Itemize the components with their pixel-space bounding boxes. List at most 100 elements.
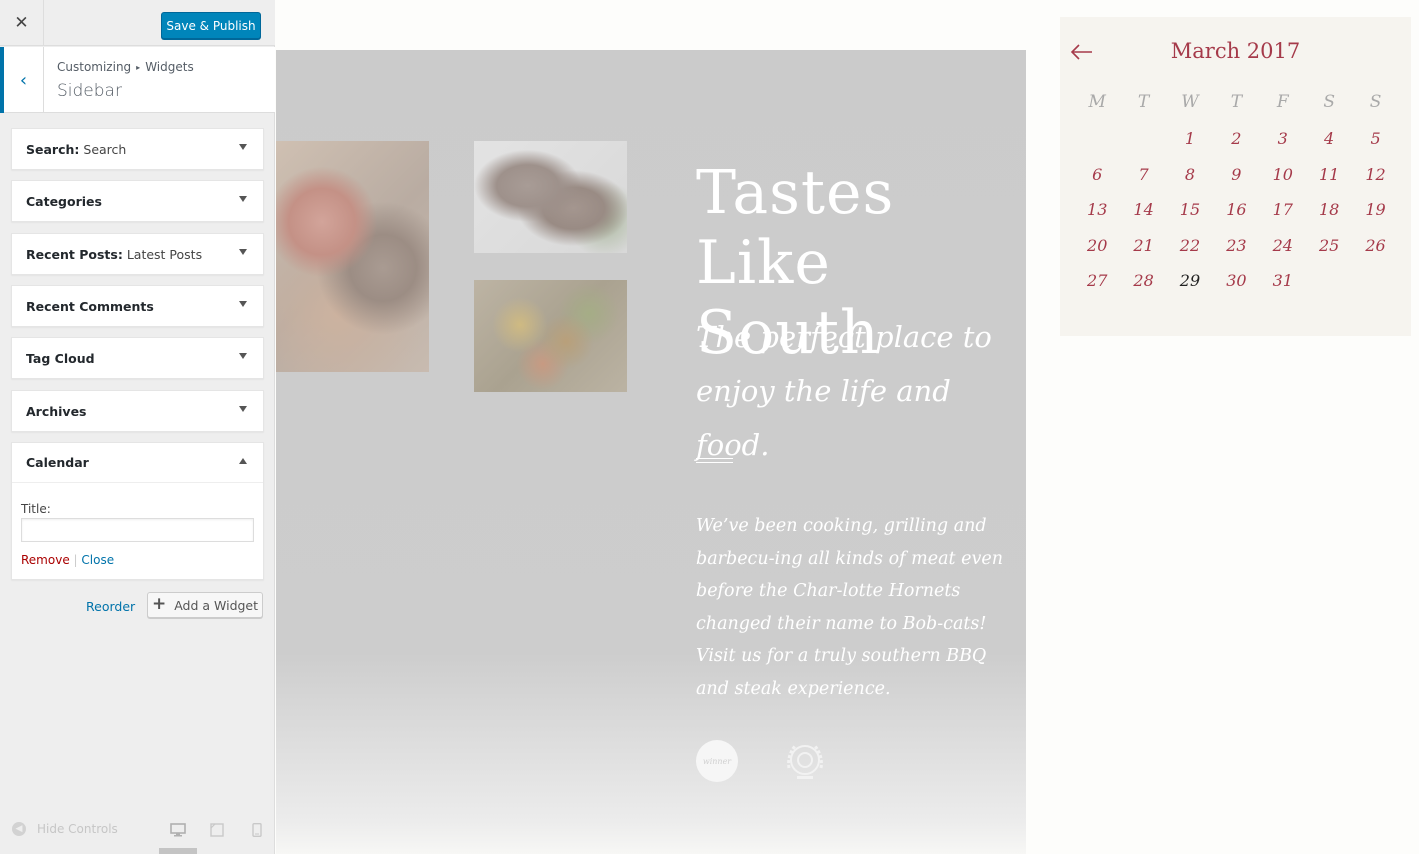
calendar-day: 30 [1226, 271, 1247, 291]
page-title: Sidebar [57, 81, 122, 101]
calendar-day: 5 [1370, 129, 1381, 149]
hero-subtitle: The perfect place to enjoy the life and … [696, 320, 992, 462]
add-widget-label: Add a Widget [174, 597, 259, 613]
calendar-day: 31 [1272, 271, 1293, 291]
arrow-left-icon: ◀ [12, 822, 26, 836]
actions-separator: | [73, 553, 78, 567]
back-button[interactable]: ‹ [0, 47, 44, 113]
reorder-link[interactable]: Reorder [86, 599, 135, 614]
weekday-header: T [1137, 92, 1150, 112]
hero-divider [696, 458, 733, 463]
close-customizer-button[interactable]: ✕ [0, 0, 44, 46]
calendar-day: 8 [1184, 164, 1196, 184]
widget-header-recent-comments[interactable]: Recent Comments [12, 286, 263, 326]
mobile-icon[interactable] [249, 823, 265, 837]
caret-down-icon[interactable] [239, 353, 247, 359]
calendar-day: 11 [1318, 164, 1340, 184]
title-field[interactable] [21, 518, 254, 542]
calendar-day: 28 [1133, 271, 1154, 291]
widget-name: Recent Posts: [26, 246, 123, 262]
customizer-panel: ✕ Save & Publish ‹ Customizing ▸ Widgets S… [0, 0, 275, 854]
widget-header-tag-cloud[interactable]: Tag Cloud [12, 338, 263, 378]
caret-down-icon[interactable] [239, 406, 247, 412]
add-widget-button[interactable]: + Add a Widget [147, 592, 263, 618]
widget-header-archives[interactable]: Archives [12, 391, 263, 431]
save-publish-button[interactable]: Save & Publish [161, 12, 261, 39]
widget-name: Search: [26, 141, 80, 157]
calendar-day: 26 [1365, 235, 1386, 255]
widget-header-categories[interactable]: Categories [12, 181, 263, 221]
widget-title: Search [83, 141, 127, 157]
customizer-footer: ◀ Hide Controls [0, 810, 275, 854]
plus-icon: + [151, 594, 167, 614]
award-badge-winner: winner [696, 740, 738, 782]
hide-controls-button[interactable]: ◀ Hide Controls [12, 822, 118, 836]
calendar-day: 25 [1318, 235, 1340, 255]
weekday-row: M T W T F S S [1074, 91, 1399, 121]
caret-down-icon[interactable] [239, 249, 247, 255]
widget-title: Latest Posts [126, 246, 203, 262]
breadcrumb: Customizing ▸ Widgets [57, 60, 194, 74]
breadcrumb-root: Customizing [57, 60, 132, 74]
calendar-day-empty [1352, 263, 1398, 299]
calendar-day: 21 [1133, 235, 1154, 255]
calendar-day: 20 [1087, 235, 1108, 255]
widget-name: Tag Cloud [26, 350, 95, 366]
award-badge-laurel-icon [787, 745, 823, 779]
customizer-header: ✕ Save & Publish [0, 0, 275, 46]
widget-tag-cloud: Tag Cloud [11, 337, 264, 379]
weekday-header: S [1323, 92, 1335, 112]
calendar-day: 13 [1087, 200, 1108, 220]
calendar-day: 19 [1365, 200, 1386, 220]
calendar-day: 10 [1272, 164, 1293, 184]
caret-up-icon[interactable] [239, 458, 247, 464]
widget-archives: Archives [11, 390, 264, 432]
widget-header-recent-posts[interactable]: Recent Posts: Latest Posts [12, 234, 263, 274]
calendar-day-empty [1074, 121, 1120, 157]
calendar-day: 3 [1277, 129, 1288, 149]
breadcrumb-separator-icon: ▸ [136, 63, 141, 72]
grilled-meat-photo [276, 141, 429, 372]
hero-section: Tastes Like South The perfect place to e… [276, 50, 1026, 854]
widget-categories: Categories [11, 180, 264, 222]
caret-down-icon[interactable] [239, 301, 247, 307]
calendar-day: 14 [1133, 200, 1154, 220]
weekday-header: F [1276, 92, 1289, 112]
calendar-week-row: 20 21 22 23 24 25 26 [1074, 228, 1399, 264]
weekday-header: T [1230, 92, 1243, 112]
calendar-body: 1 2 3 4 5 6 7 8 9 10 11 12 13 14 15 16 17 18 19 20 21 22 23 24 2… [1074, 121, 1399, 299]
caret-down-icon[interactable] [239, 144, 247, 150]
calendar-day: 18 [1318, 200, 1340, 220]
tablet-icon[interactable] [209, 823, 225, 837]
widget-name: Archives [26, 403, 87, 419]
remove-link[interactable]: Remove [21, 553, 70, 567]
widget-header-search[interactable]: Search: Search [12, 129, 263, 169]
calendar-day: 17 [1272, 200, 1293, 220]
weekday-header: M [1088, 92, 1106, 112]
calendar-day-empty [1120, 121, 1166, 157]
calendar-day: 16 [1226, 200, 1247, 220]
calendar-grid: M T W T F S S 1 2 3 4 5 6 7 8 9 10 11 12 13 14 15 16 17 1… [1074, 91, 1399, 299]
active-device-indicator [159, 848, 197, 854]
calendar-day: 6 [1092, 164, 1103, 184]
close-link[interactable]: Close [81, 553, 114, 567]
calendar-day: 23 [1226, 235, 1247, 255]
calendar-day-empty [1306, 263, 1352, 299]
hero-body-text: We’ve been cooking, grilling and barbecu… [696, 516, 1004, 699]
calendar-widget: March 2017 M T W T F S S 1 2 3 4 5 6 7 8 9 10 11 12… [1060, 17, 1411, 336]
site-preview: Tastes Like South The perfect place to e… [276, 0, 1419, 854]
section-title-bar: ‹ Customizing ▸ Widgets Sidebar [0, 47, 275, 113]
caret-down-icon[interactable] [239, 196, 247, 202]
calendar-week-row: 6 7 8 9 10 11 12 [1074, 157, 1399, 193]
calendar-day: 4 [1324, 129, 1335, 149]
desktop-icon[interactable] [170, 823, 186, 837]
widget-name: Recent Comments [26, 298, 154, 314]
widget-actions: Remove | Close [21, 553, 114, 567]
grilled-vegetables-photo [474, 280, 627, 392]
calendar-day-today: 29 [1179, 271, 1201, 291]
calendar-day: 27 [1087, 271, 1108, 291]
calendar-day: 12 [1365, 164, 1386, 184]
widget-header-calendar[interactable]: Calendar [12, 443, 263, 483]
calendar-week-row: 27 28 29 30 31 [1074, 263, 1399, 299]
breadcrumb-parent: Widgets [145, 60, 194, 74]
